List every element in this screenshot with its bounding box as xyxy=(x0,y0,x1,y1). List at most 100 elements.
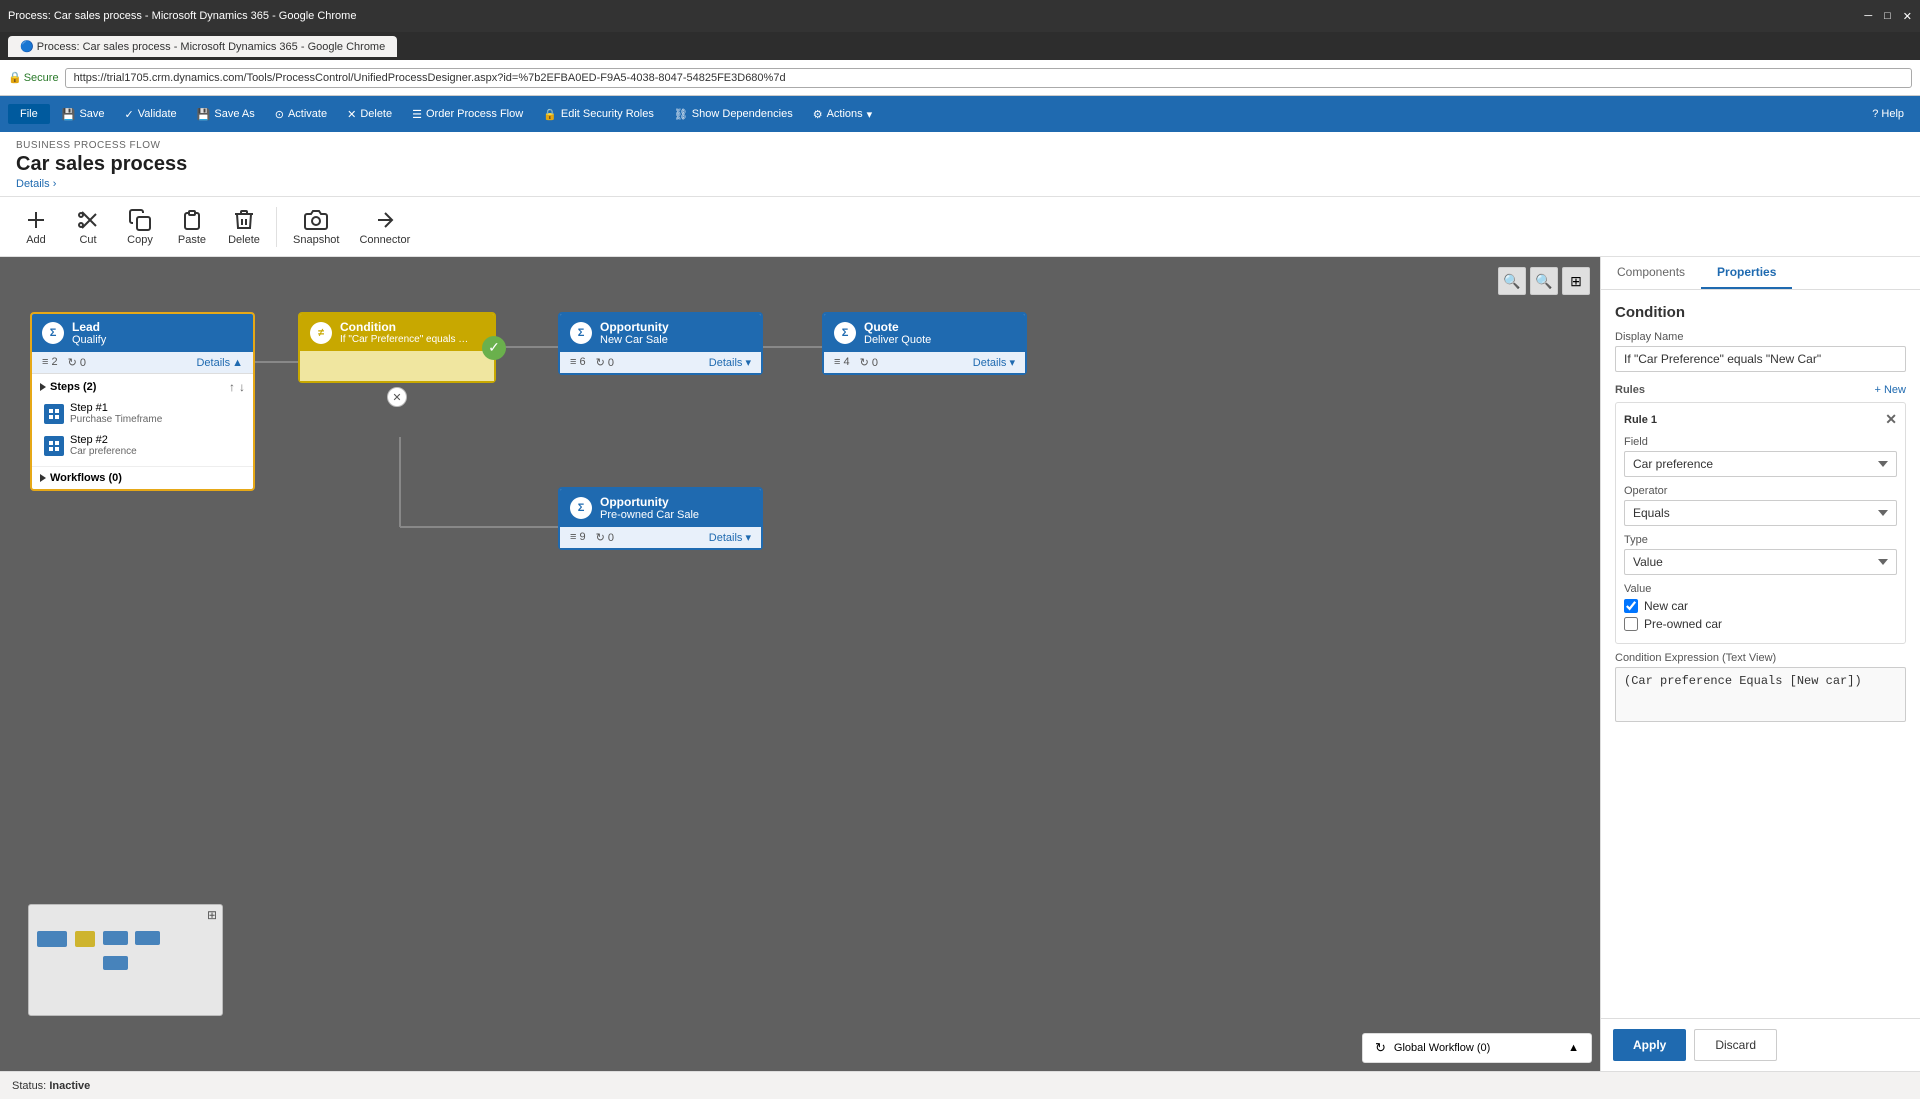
panel-content: Condition Display Name Rules + New Rule … xyxy=(1601,290,1920,1018)
apply-button[interactable]: Apply xyxy=(1613,1029,1686,1061)
discard-button[interactable]: Discard xyxy=(1694,1029,1777,1061)
tab-properties[interactable]: Properties xyxy=(1701,257,1792,289)
dependencies-icon: ⛓ xyxy=(674,108,688,121)
add-icon xyxy=(24,208,48,232)
activate-icon: ⊙ xyxy=(275,108,284,121)
type-label: Type xyxy=(1624,534,1897,546)
tab-components[interactable]: Components xyxy=(1601,257,1701,289)
lead-node-title: Lead Qualify xyxy=(72,320,106,346)
step-1[interactable]: Step #1 Purchase Timeframe xyxy=(40,399,245,428)
paste-button[interactable]: Paste xyxy=(168,204,216,250)
close-icon[interactable]: ✕ xyxy=(1903,10,1912,23)
quote-node[interactable]: Σ Quote Deliver Quote ≡ 4 ↻ 0 Details ▾ xyxy=(822,312,1027,375)
rule-1-header: Rule 1 ✕ xyxy=(1624,411,1897,428)
activate-button[interactable]: ⊙ Activate xyxy=(267,104,335,125)
save-as-button[interactable]: 💾 Save As xyxy=(189,104,263,125)
condition-box: ≠ Condition If "Car Preference" equals "… xyxy=(298,312,496,383)
quote-title: Quote Deliver Quote xyxy=(864,320,931,346)
new-rule-link[interactable]: + New xyxy=(1875,384,1907,396)
camera-icon xyxy=(304,208,328,232)
step-2[interactable]: Step #2 Car preference xyxy=(40,431,245,460)
opp-new-footer: ≡ 6 ↻ 0 Details ▾ xyxy=(560,352,761,373)
zoom-in-icon: 🔍 xyxy=(1535,273,1552,290)
value-option-1-checkbox[interactable] xyxy=(1624,599,1638,613)
trash-icon xyxy=(232,208,256,232)
zoom-out-button[interactable]: 🔍 xyxy=(1498,267,1526,295)
lead-qualify-node[interactable]: Σ Lead Qualify ≡ 2 ↻ 0 Details ▲ xyxy=(30,312,255,491)
operator-select[interactable]: Equals xyxy=(1624,500,1897,526)
delete-icon-button[interactable]: Delete xyxy=(220,204,268,250)
value-option-2-checkbox[interactable] xyxy=(1624,617,1638,631)
validate-button[interactable]: ✓ Validate xyxy=(117,104,185,125)
status-bar: Status: Inactive xyxy=(0,1071,1920,1099)
minimize-icon[interactable]: ─ xyxy=(1864,10,1872,23)
actions-icon: ⚙ xyxy=(813,108,823,121)
mini-opp-pre-node xyxy=(103,956,128,970)
step-1-text: Step #1 Purchase Timeframe xyxy=(70,402,162,425)
paste-icon xyxy=(180,208,204,232)
condition-close-button[interactable]: ✕ xyxy=(298,387,496,407)
move-up-icon[interactable]: ↑ xyxy=(229,380,235,394)
quote-details-button[interactable]: Details ▾ xyxy=(973,356,1015,369)
delete-button[interactable]: ✕ Delete xyxy=(339,104,400,125)
status-value: Inactive xyxy=(49,1080,90,1092)
value-option-1: New car xyxy=(1624,599,1897,613)
mini-map-content xyxy=(35,911,216,1009)
fit-button[interactable]: ⊞ xyxy=(1562,267,1590,295)
operator-label: Operator xyxy=(1624,485,1897,497)
condition-body xyxy=(300,351,494,381)
details-link[interactable]: Details › xyxy=(16,178,1904,196)
condition-node[interactable]: ≠ Condition If "Car Preference" equals "… xyxy=(298,312,496,407)
active-tab[interactable]: 🔵 Process: Car sales process - Microsoft… xyxy=(8,36,397,57)
breadcrumb: BUSINESS PROCESS FLOW xyxy=(16,140,1904,151)
chevron-up-icon[interactable]: ▲ xyxy=(1568,1042,1579,1054)
fit-icon: ⊞ xyxy=(1570,273,1582,290)
value-option-2: Pre-owned car xyxy=(1624,617,1897,631)
copy-icon xyxy=(128,208,152,232)
opportunity-preowned-node[interactable]: Σ Opportunity Pre-owned Car Sale ≡ 9 ↻ 0… xyxy=(558,487,763,550)
opp-new-details-button[interactable]: Details ▾ xyxy=(709,356,751,369)
quote-footer: ≡ 4 ↻ 0 Details ▾ xyxy=(824,352,1025,373)
panel-tabs: Components Properties xyxy=(1601,257,1920,290)
connector-icon xyxy=(373,208,397,232)
value-checkboxes: New car Pre-owned car xyxy=(1624,599,1897,631)
display-name-input[interactable] xyxy=(1615,346,1906,372)
move-down-icon[interactable]: ↓ xyxy=(239,380,245,394)
help-button[interactable]: ? Help xyxy=(1864,104,1912,124)
order-process-flow-button[interactable]: ☰ Order Process Flow xyxy=(404,104,531,125)
add-button[interactable]: Add xyxy=(12,204,60,250)
opp-pre-icon: Σ xyxy=(570,497,592,519)
url-bar[interactable] xyxy=(65,68,1912,88)
security-icon: 🔒 xyxy=(543,108,557,121)
global-workflow-bar[interactable]: ↻ Global Workflow (0) ▲ xyxy=(1362,1033,1592,1063)
canvas-area[interactable]: 🔍 🔍 ⊞ Σ Lead xyxy=(0,257,1600,1071)
browser-title: Process: Car sales process - Microsoft D… xyxy=(8,10,356,22)
condition-expression-textarea[interactable]: (Car preference Equals [New car]) xyxy=(1615,667,1906,722)
browser-tabs: 🔵 Process: Car sales process - Microsoft… xyxy=(0,32,1920,60)
opp-new-icon: Σ xyxy=(570,322,592,344)
lead-details-button[interactable]: Details ▲ xyxy=(196,357,243,369)
save-button[interactable]: 💾 Save xyxy=(54,104,113,125)
lead-node-footer: ≡ 2 ↻ 0 Details ▲ xyxy=(32,352,253,374)
rule-close-button[interactable]: ✕ xyxy=(1885,411,1897,428)
file-button[interactable]: File xyxy=(8,104,50,124)
copy-button[interactable]: Copy xyxy=(116,204,164,250)
type-select[interactable]: Value xyxy=(1624,549,1897,575)
connector-button[interactable]: Connector xyxy=(351,204,418,250)
snapshot-button[interactable]: Snapshot xyxy=(285,204,347,250)
opportunity-new-node[interactable]: Σ Opportunity New Car Sale ≡ 6 ↻ 0 Detai… xyxy=(558,312,763,375)
show-dependencies-button[interactable]: ⛓ Show Dependencies xyxy=(666,104,801,125)
edit-security-roles-button[interactable]: 🔒 Edit Security Roles xyxy=(535,104,662,125)
actions-button[interactable]: ⚙ Actions ▾ xyxy=(805,104,880,125)
condition-title-block: Condition If "Car Preference" equals "Ne… xyxy=(340,320,470,345)
page-header: BUSINESS PROCESS FLOW Car sales process … xyxy=(0,132,1920,197)
step-2-text: Step #2 Car preference xyxy=(70,434,137,457)
opp-pre-details-button[interactable]: Details ▾ xyxy=(709,531,751,544)
field-select[interactable]: Car preference xyxy=(1624,451,1897,477)
close-icon[interactable]: ✕ xyxy=(387,387,407,407)
zoom-in-button[interactable]: 🔍 xyxy=(1530,267,1558,295)
cut-button[interactable]: Cut xyxy=(64,204,112,250)
steps-header: Steps (2) xyxy=(40,381,96,393)
maximize-icon[interactable]: □ xyxy=(1884,10,1891,23)
steps-controls[interactable]: ↑ ↓ xyxy=(229,380,245,394)
